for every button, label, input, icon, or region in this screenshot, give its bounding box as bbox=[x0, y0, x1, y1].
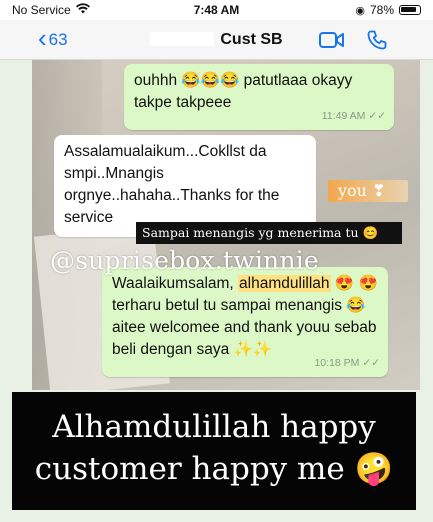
you-sticker: you ❣ bbox=[328, 180, 408, 202]
bottom-caption: Alhamdulillah happy customer happy me 🤪 bbox=[12, 392, 416, 510]
watermark: @suprisebox.twinnie bbox=[50, 246, 319, 275]
read-ticks-icon: ✓✓ bbox=[362, 357, 380, 369]
header-actions bbox=[319, 30, 387, 50]
status-bar: No Service 7:48 AM ◉ 78% bbox=[0, 0, 433, 20]
message-outgoing[interactable]: ouhhh 😂😂😂 patutlaaa okayy takpe takpeee … bbox=[124, 64, 394, 130]
status-left: No Service bbox=[12, 3, 90, 17]
message-text: ouhhh 😂😂😂 patutlaaa okayy takpe takpeee bbox=[134, 72, 353, 111]
message-time: 11:49 AM ✓✓ bbox=[321, 110, 386, 122]
back-count: 63 bbox=[48, 29, 68, 49]
chat-area: ouhhh 😂😂😂 patutlaaa okayy takpe takpeee … bbox=[32, 60, 420, 390]
read-ticks-icon: ✓✓ bbox=[368, 110, 386, 122]
message-highlight: alhamdulillah bbox=[238, 275, 331, 292]
message-text: Assalamualaikum...Cokllst da smpi..Mnang… bbox=[64, 143, 280, 226]
message-time: 10:18 PM ✓✓ bbox=[314, 357, 380, 369]
status-right: ◉ 78% bbox=[355, 3, 421, 17]
message-outgoing[interactable]: Waalaikumsalam, alhamdulillah 😍 😍 terhar… bbox=[102, 267, 388, 377]
chat-header: ‹ 63 Cust SB bbox=[0, 20, 433, 60]
wifi-icon bbox=[75, 3, 90, 17]
carrier-label: No Service bbox=[12, 3, 71, 17]
phone-call-icon[interactable] bbox=[367, 30, 387, 50]
story-caption: Sampai menangis yg menerima tu 😊 bbox=[136, 222, 402, 244]
battery-icon bbox=[399, 5, 421, 15]
video-call-icon[interactable] bbox=[319, 31, 345, 49]
contact-name: Cust SB bbox=[220, 30, 283, 48]
redaction-block bbox=[150, 32, 215, 47]
battery-percent: 78% bbox=[369, 3, 394, 17]
chevron-left-icon: ‹ bbox=[38, 23, 47, 53]
back-button[interactable]: ‹ 63 bbox=[0, 23, 68, 53]
alarm-icon: ◉ bbox=[355, 4, 365, 17]
message-text-start: Waalaikumsalam, bbox=[112, 275, 239, 292]
